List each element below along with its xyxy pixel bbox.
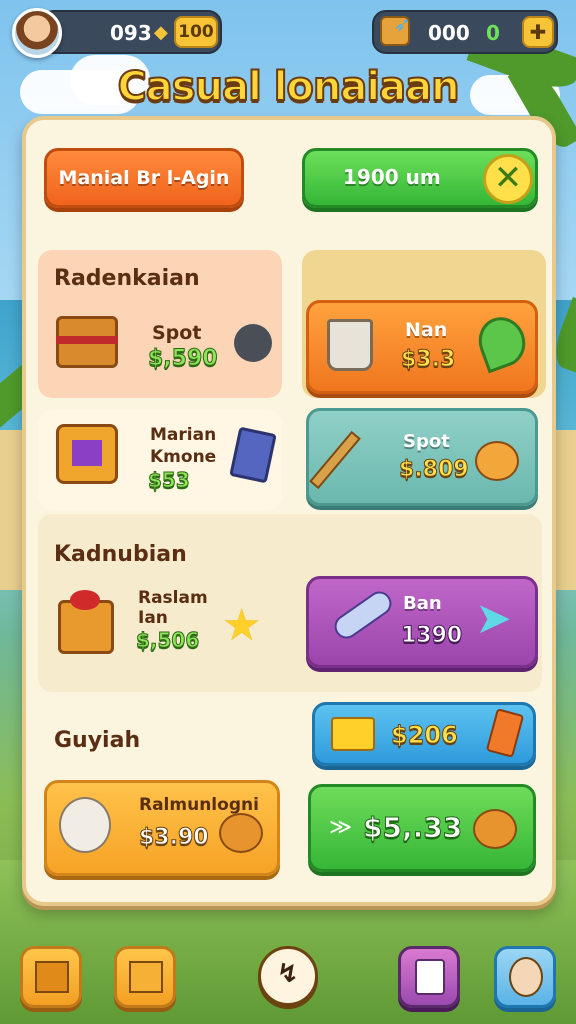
pet-icon <box>473 809 517 849</box>
feather-icon: ➶ <box>394 12 411 36</box>
item-price: $53 <box>148 468 191 493</box>
nav-inventory-button[interactable] <box>398 946 460 1008</box>
nav-shop-button[interactable] <box>114 946 176 1008</box>
nav-center-button[interactable]: ↯ <box>258 946 318 1006</box>
player-avatar[interactable] <box>12 8 62 58</box>
card-icon <box>415 959 445 995</box>
item-name: Nan <box>405 319 448 341</box>
item-price: $.809 <box>399 457 470 483</box>
item-name: Spot <box>403 431 450 452</box>
ticket-icon <box>485 708 525 758</box>
chest-icon <box>129 961 163 993</box>
play-arrow-icon: ➤ <box>475 593 512 644</box>
shop-item-card[interactable]: Spot $,590 <box>38 310 282 398</box>
section-title: Guyiah <box>54 728 141 753</box>
purple-gem-icon <box>72 440 102 466</box>
shop-item-card[interactable]: $206 <box>312 702 536 766</box>
gems-value: 000 <box>428 21 470 45</box>
nav-profile-button[interactable] <box>494 946 556 1008</box>
item-price: $,590 <box>148 346 219 372</box>
shop-panel: Manial Br l-Agin 1900 um ✕ Radenkaian Sp… <box>22 116 556 906</box>
shop-item-card[interactable]: Nan $3.3 <box>306 300 538 394</box>
sparkle-icon: ≫ <box>329 815 353 840</box>
gift-card-icon <box>331 717 375 751</box>
item-price: $206 <box>391 721 459 750</box>
item-name: Spot <box>152 322 202 344</box>
pet-icon <box>219 813 263 853</box>
book-icon <box>229 426 277 484</box>
game-title: Casual lonaiaan <box>116 63 460 111</box>
lightning-icon: ↯ <box>277 959 299 989</box>
close-icon[interactable]: ✕ <box>483 154 533 204</box>
shop-item-card[interactable]: Marian Kmone $53 <box>38 410 282 510</box>
shop-item-card[interactable]: Ralmunlogni $3.90 <box>44 780 280 876</box>
item-name: Ralmunlogni <box>139 795 259 815</box>
cat-icon <box>59 797 111 853</box>
nav-home-button[interactable] <box>20 946 82 1008</box>
wand-icon <box>309 430 361 490</box>
ribbon-icon <box>56 336 118 344</box>
item-name: Raslam Ian <box>138 588 208 628</box>
level-badge: 100 <box>174 16 218 48</box>
timer-button[interactable]: 1900 um ✕ <box>302 148 538 208</box>
cup-icon <box>327 319 373 371</box>
currency-bar-right: ➶ 000 0 ✚ <box>372 10 558 54</box>
currency-bar-left: 093 ◆ 100 <box>40 10 222 54</box>
item-price: $3.3 <box>400 347 456 373</box>
box-icon <box>35 961 69 993</box>
coins-value: 093 <box>110 21 152 45</box>
leaf-icon <box>471 310 533 374</box>
timer-label: 1900 um <box>343 165 441 189</box>
section-title: Kadnubian <box>54 542 187 567</box>
item-price: $5,.33 <box>362 811 463 845</box>
pet-icon <box>475 441 519 481</box>
item-name: Marian Kmone <box>150 425 217 467</box>
coin-icon: ◆ <box>154 22 168 43</box>
bow-icon <box>70 590 100 610</box>
shop-item-card[interactable]: ≫ $5,.33 <box>308 784 536 872</box>
add-currency-button[interactable]: ✚ <box>522 16 554 48</box>
item-price: $,506 <box>135 628 200 653</box>
profile-icon <box>509 957 543 997</box>
shop-item-card[interactable]: Raslam Ian $,506 ★ <box>44 580 280 676</box>
green-value: 0 <box>486 21 500 45</box>
star-icon: ★ <box>222 600 262 651</box>
item-price: $3.90 <box>139 825 210 851</box>
item-price: 1390 <box>400 623 463 649</box>
manual-login-button[interactable]: Manial Br l-Agin <box>44 148 244 208</box>
item-name: Ban <box>403 593 442 614</box>
creature-icon <box>234 324 272 362</box>
section-title: Radenkaian <box>54 266 200 291</box>
shop-item-card[interactable]: Ban 1390 ➤ <box>306 576 538 668</box>
shop-item-card[interactable]: Spot $.809 <box>306 408 538 506</box>
potion-icon <box>329 586 397 644</box>
